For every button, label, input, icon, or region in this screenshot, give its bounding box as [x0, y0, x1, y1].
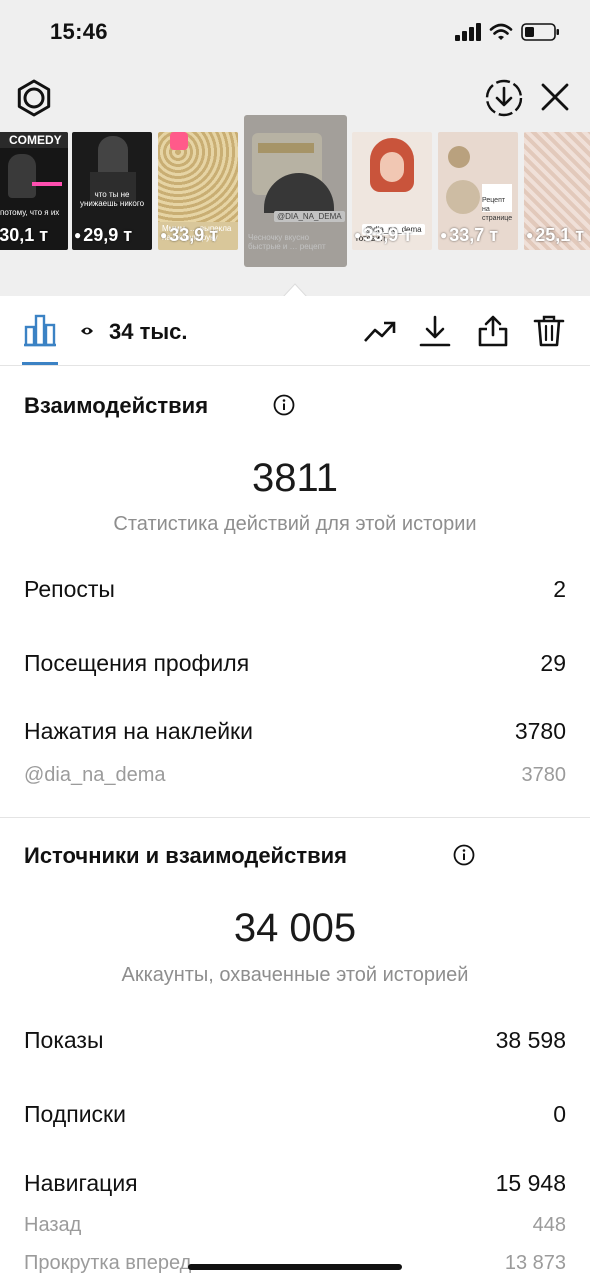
sticker-mention-value: 3780 [521, 764, 567, 786]
story-views: ● 33,7 т [440, 225, 499, 245]
interactions-title: Взаимодействия [24, 393, 209, 418]
status-time: 15:46 [50, 19, 108, 44]
selected-story-pointer [283, 283, 307, 297]
sticker-taps-value: 3780 [514, 718, 566, 744]
section-divider [0, 817, 590, 818]
trend-up-icon[interactable] [362, 314, 396, 348]
eye-icon [81, 327, 93, 335]
back-value: 448 [532, 1214, 566, 1236]
interactions-total: 3811 [251, 456, 338, 500]
story-views: ● 25,1 т [526, 225, 585, 245]
views-count: 34 тыс. [109, 319, 188, 344]
story-caption: Чесночку вкусно быстрые и … рецепт [248, 233, 326, 251]
impressions-value: 38 598 [495, 1027, 566, 1053]
home-indicator[interactable] [188, 1264, 402, 1270]
download-icon[interactable] [418, 314, 452, 348]
wifi-icon [489, 23, 513, 40]
info-icon[interactable] [453, 844, 475, 866]
sticker-mention-label: @dia_na_dema [24, 764, 166, 786]
story-thumbnail[interactable]: Мммм, … выпекла на скорую руку ● 33,9 т [158, 132, 238, 250]
story-sticker-tag: @DIA_NA_DEMA [274, 211, 345, 222]
navigation-label: Навигация [24, 1170, 138, 1196]
story-thumbnail[interactable]: что ты не унижаешь никого ● 29,9 т [72, 132, 152, 250]
download-circle-icon[interactable] [484, 78, 524, 118]
story-views: ● 29,9 т [74, 225, 133, 245]
active-tab-indicator [22, 362, 58, 365]
share-icon[interactable] [476, 314, 510, 348]
follows-value: 0 [553, 1101, 566, 1127]
profile-visits-value: 29 [540, 650, 566, 676]
eye-icon: ● [354, 228, 362, 242]
eye-icon: ● [74, 228, 82, 242]
close-icon[interactable] [538, 80, 572, 114]
story-thumbnail[interactable]: ● 25,1 т [524, 132, 590, 250]
story-thumbnail[interactable]: Рецепт на странице ● 33,7 т [438, 132, 518, 250]
story-thumbnail[interactable]: COMEDY …потому, что я их ●30,1 т [0, 132, 68, 250]
profile-visits-label: Посещения профиля [24, 650, 250, 676]
reach-title: Источники и взаимодействия [24, 843, 347, 868]
settings-gear-icon[interactable] [14, 78, 54, 118]
reach-caption: Аккаунты, охваченные этой историей [121, 964, 469, 986]
story-thumbnail[interactable]: @dia_na_dema готовить ● 33,9 т [352, 132, 432, 250]
forward-label: Прокрутка вперед [24, 1252, 192, 1274]
eye-icon: ● [160, 228, 168, 242]
navigation-value: 15 948 [495, 1170, 566, 1196]
trash-icon[interactable] [532, 314, 566, 348]
story-thumbnail-strip: COMEDY …потому, что я их ●30,1 т что ты … [0, 115, 590, 270]
story-caption: что ты не унижаешь никого [79, 190, 145, 208]
story-views: ●30,1 т [0, 225, 49, 245]
impressions-label: Показы [24, 1027, 104, 1053]
info-icon[interactable] [273, 394, 295, 416]
story-viewer-header: 15:46 COMEDY потому, что я их 30,1 т что… [0, 0, 590, 297]
reposts-label: Репосты [24, 576, 115, 602]
story-caption: …потому, что я их [0, 208, 60, 217]
forward-value: 13 873 [504, 1252, 566, 1274]
interactions-caption: Статистика действий для этой истории [113, 513, 477, 535]
sticker-taps-label: Нажатия на наклейки [24, 718, 253, 744]
story-tag: COMEDY [9, 133, 62, 147]
story-thumbnail-selected[interactable]: @DIA_NA_DEMA Чесночку вкусно быстрые и …… [244, 115, 347, 267]
status-bar: 15:46 [0, 0, 590, 64]
follows-label: Подписки [24, 1101, 126, 1127]
back-label: Назад [24, 1214, 82, 1236]
eye-icon: ● [526, 228, 534, 242]
story-views: ● 33,9 т [160, 225, 219, 245]
eye-icon: ● [440, 228, 448, 242]
cellular-signal-icon [455, 23, 483, 41]
story-views: ● 33,9 т [354, 225, 413, 245]
insights-toolbar: 34 тыс. [0, 296, 590, 366]
reach-total: 34 005 [233, 906, 357, 950]
battery-icon [521, 23, 559, 41]
reposts-value: 2 [553, 576, 566, 602]
bar-chart-icon[interactable] [22, 313, 58, 347]
story-caption: Рецепт на странице [482, 197, 513, 222]
